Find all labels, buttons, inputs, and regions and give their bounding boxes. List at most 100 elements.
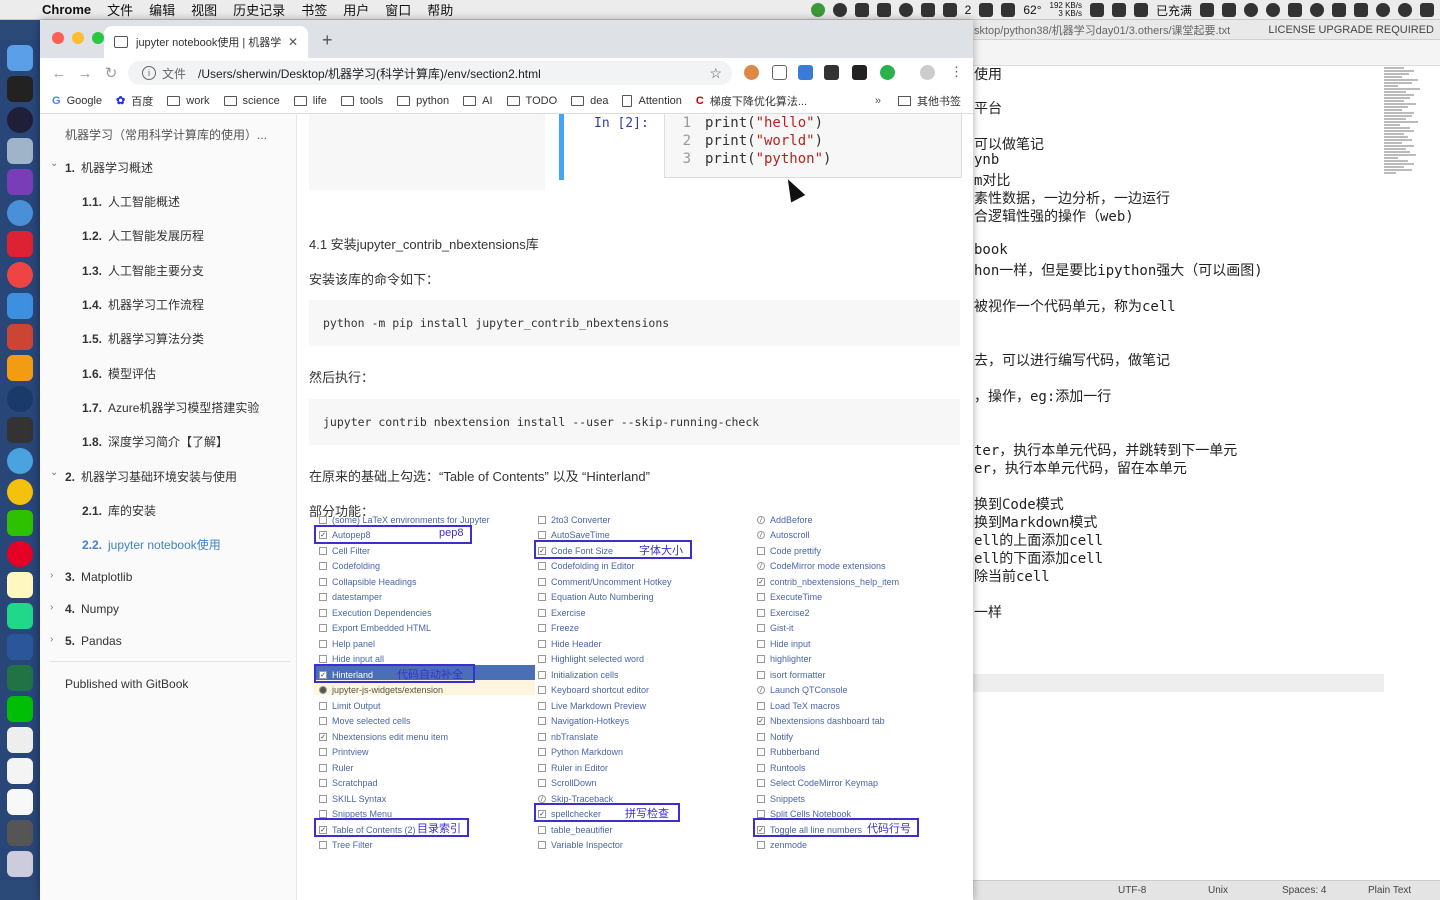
warning-icon[interactable] — [319, 686, 327, 694]
obs-icon[interactable] — [832, 3, 847, 17]
checkbox[interactable] — [757, 639, 765, 648]
checkbox[interactable] — [757, 686, 765, 694]
x-extension-icon[interactable] — [824, 65, 839, 80]
extension-row[interactable]: Equation Auto Numbering — [538, 590, 654, 605]
extension-row[interactable]: Nbextensions dashboard tab — [757, 714, 885, 729]
extension-row[interactable]: Code prettify — [757, 543, 821, 558]
app-icon[interactable] — [920, 3, 935, 17]
menu-window[interactable]: 窗口 — [377, 0, 419, 19]
bookmark-folder-python[interactable]: python — [397, 95, 449, 107]
extension-row[interactable]: Ruler — [319, 760, 354, 775]
checkbox[interactable] — [538, 562, 546, 570]
status-encoding[interactable]: UTF-8 — [1118, 885, 1146, 896]
checkbox[interactable] — [319, 717, 327, 725]
sidebar-item-5[interactable]: 5. Pandas — [65, 634, 122, 648]
extension-row[interactable]: Cell Filter — [319, 543, 370, 558]
checkbox[interactable] — [319, 639, 327, 648]
checkbox[interactable] — [757, 732, 765, 741]
extension-row[interactable]: 2to3 Converter — [538, 512, 611, 527]
status-line-endings[interactable]: Unix — [1208, 885, 1228, 896]
checkbox[interactable] — [757, 763, 765, 772]
other-bookmarks[interactable]: 其他书签 — [898, 93, 961, 109]
evernote-icon[interactable] — [876, 3, 891, 17]
checkbox[interactable] — [319, 515, 327, 524]
checkbox[interactable] — [538, 825, 546, 834]
circle-icon[interactable] — [1376, 3, 1390, 17]
checkbox[interactable] — [319, 763, 327, 772]
weather-icon[interactable] — [1001, 3, 1016, 17]
iqiyi-icon[interactable] — [7, 696, 33, 722]
menu-view[interactable]: 视图 — [183, 0, 225, 19]
checkbox[interactable] — [757, 810, 765, 818]
extension-row[interactable]: Select CodeMirror Keymap — [757, 776, 878, 791]
trash-icon[interactable] — [7, 851, 33, 877]
checkbox[interactable] — [319, 841, 327, 849]
document3-icon[interactable] — [7, 789, 33, 815]
status-syntax[interactable]: Plain Text — [1368, 885, 1411, 896]
checkbox[interactable] — [319, 810, 327, 818]
menu-list-icon[interactable] — [1420, 3, 1434, 17]
sidebar-item-2[interactable]: 2. 机器学习基础环境安装与使用 — [65, 468, 237, 485]
sidebar-item-1-8[interactable]: 1.8. 深度学习简介【了解】 — [82, 433, 228, 450]
checkbox[interactable] — [538, 577, 546, 586]
bookmarks-overflow-button[interactable]: » — [875, 95, 881, 107]
checkbox[interactable] — [538, 639, 546, 648]
bookmark-folder-tools[interactable]: tools — [340, 95, 383, 107]
sidebar-item-1[interactable]: 1. 机器学习概述 — [65, 159, 153, 176]
extension-row[interactable]: Hide input — [757, 636, 811, 651]
checkbox[interactable] — [538, 732, 546, 741]
extension-row[interactable]: SKILL Syntax — [319, 791, 386, 806]
extension-row[interactable]: Exercise — [538, 605, 586, 620]
code-icon[interactable] — [1288, 3, 1302, 17]
extension-row[interactable]: Codefolding in Editor — [538, 559, 635, 574]
chevron-down-icon[interactable]: ⌄ — [50, 467, 58, 478]
chrome-icon[interactable] — [7, 479, 33, 505]
onenote-icon[interactable] — [7, 169, 33, 195]
chevron-right-icon[interactable]: › — [50, 602, 53, 613]
grammarly-icon[interactable] — [880, 65, 895, 80]
checkbox[interactable] — [538, 531, 546, 539]
checkbox[interactable] — [538, 841, 546, 849]
checkbox[interactable] — [538, 624, 546, 632]
menu-file[interactable]: 文件 — [99, 0, 141, 19]
checkbox[interactable] — [757, 670, 765, 679]
extension-row[interactable]: Nbextensions edit menu item — [319, 729, 448, 744]
checkbox[interactable] — [757, 531, 765, 539]
extension-row[interactable]: table_beautifier — [538, 822, 613, 837]
clock-icon[interactable] — [1398, 3, 1412, 17]
extension-row[interactable]: contrib_nbextensions_help_item — [757, 574, 899, 589]
sidebar-item-1-4[interactable]: 1.4. 机器学习工作流程 — [82, 296, 204, 313]
pencil-icon[interactable] — [7, 293, 33, 319]
checkbox[interactable] — [319, 732, 327, 741]
extension-row[interactable]: Freeze — [538, 621, 579, 636]
document-icon[interactable] — [7, 727, 33, 753]
checkbox[interactable] — [538, 593, 546, 601]
profile-avatar[interactable] — [920, 65, 935, 80]
checkbox[interactable] — [538, 779, 546, 787]
volume-icon[interactable] — [1332, 3, 1346, 17]
bookmark-attention[interactable]: Attention — [622, 94, 682, 107]
extension-row[interactable]: AddBefore — [757, 512, 813, 527]
install-command-block[interactable]: python -m pip install jupyter_contrib_nb… — [309, 300, 960, 346]
checkbox[interactable] — [538, 748, 546, 756]
extension-row[interactable]: Collapsible Headings — [319, 574, 417, 589]
wifi-icon[interactable] — [1310, 3, 1324, 17]
sublime-icon[interactable] — [7, 355, 33, 381]
sidebar-item-1-2[interactable]: 1.2. 人工智能发展历程 — [82, 227, 204, 244]
netease-icon[interactable] — [7, 231, 33, 257]
checkbox[interactable] — [319, 701, 327, 710]
extension-row[interactable]: Tree Filter — [319, 838, 373, 853]
quicktime-icon[interactable] — [7, 386, 33, 412]
display-icon[interactable] — [1111, 3, 1126, 17]
extension-row[interactable]: zenmode — [757, 838, 807, 853]
siri-icon[interactable] — [1266, 3, 1280, 17]
extension-row[interactable]: Scratchpad — [319, 776, 378, 791]
zoom-window-button[interactable] — [92, 32, 104, 44]
activity-icon[interactable] — [7, 417, 33, 443]
menu-app-name[interactable]: Chrome — [34, 2, 99, 17]
forward-button[interactable]: → — [72, 65, 98, 82]
info-icon[interactable]: i — [142, 66, 156, 80]
sidebar-item-1-3[interactable]: 1.3. 人工智能主要分支 — [82, 262, 204, 279]
document2-icon[interactable] — [7, 758, 33, 784]
bookmark-folder-todo[interactable]: TODO — [506, 95, 557, 107]
